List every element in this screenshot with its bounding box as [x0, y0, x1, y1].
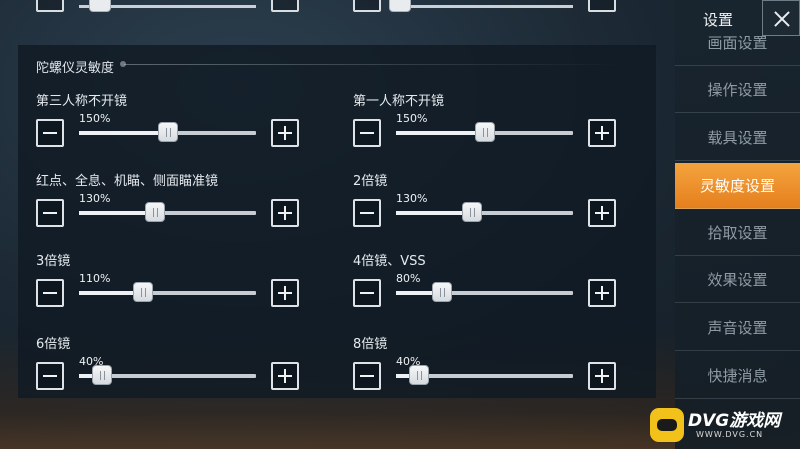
- sidebar-item-4[interactable]: 灵敏度设置: [675, 163, 800, 209]
- slider-setting: 8倍镜 40%: [353, 333, 653, 403]
- gyro-sensitivity-panel: 陀螺仪灵敏度 第三人称不开镜 150% 第一人称不开镜 150% 红点、全息、机瞄、侧面…: [18, 45, 656, 398]
- top-slider-thumb-left[interactable]: [89, 0, 111, 12]
- plus-button[interactable]: [588, 279, 616, 307]
- minus-button[interactable]: [353, 362, 381, 390]
- plus-button[interactable]: [588, 362, 616, 390]
- section-title: 陀螺仪灵敏度: [36, 61, 115, 76]
- slider-track[interactable]: [396, 291, 573, 295]
- gamepad-icon: [650, 408, 684, 442]
- slider-label: 6倍镜: [36, 337, 71, 352]
- top-minus-button-left[interactable]: [36, 0, 64, 12]
- slider-value: 130%: [396, 192, 428, 205]
- slider-thumb[interactable]: [145, 202, 166, 222]
- slider-setting: 6倍镜 40%: [36, 333, 336, 403]
- top-slider-thumb-right[interactable]: [389, 0, 411, 12]
- slider-fill: [396, 211, 473, 215]
- plus-button[interactable]: [588, 199, 616, 227]
- slider-fill: [79, 211, 156, 215]
- plus-button[interactable]: [588, 119, 616, 147]
- slider-thumb[interactable]: [432, 282, 453, 302]
- slider-thumb[interactable]: [132, 282, 153, 302]
- plus-button[interactable]: [271, 362, 299, 390]
- slider-setting: 第三人称不开镜 150%: [36, 90, 336, 160]
- plus-button[interactable]: [271, 199, 299, 227]
- minus-button[interactable]: [353, 119, 381, 147]
- slider-fill: [79, 131, 168, 135]
- slider-label: 红点、全息、机瞄、侧面瞄准镜: [36, 174, 219, 189]
- top-minus-button-right[interactable]: [353, 0, 381, 12]
- slider-setting: 3倍镜 110%: [36, 250, 336, 320]
- slider-setting: 2倍镜 130%: [353, 170, 653, 240]
- watermark-text: DVG游戏网: [688, 411, 781, 431]
- slider-thumb[interactable]: [409, 365, 429, 385]
- slider-setting: 4倍镜、VSS 80%: [353, 250, 653, 320]
- minus-button[interactable]: [36, 199, 64, 227]
- sidebar-item-1[interactable]: 画面设置: [675, 20, 800, 66]
- sidebar-item-7[interactable]: 声音设置: [675, 305, 800, 351]
- slider-thumb[interactable]: [92, 365, 112, 385]
- slider-label: 8倍镜: [353, 337, 388, 352]
- title-divider: [124, 64, 624, 65]
- top-partial-row: [18, 0, 658, 32]
- slider-thumb[interactable]: [157, 122, 178, 142]
- sidebar-item-8[interactable]: 快捷消息: [675, 353, 800, 399]
- sidebar-item-2[interactable]: 操作设置: [675, 67, 800, 113]
- slider-track[interactable]: [79, 211, 256, 215]
- minus-button[interactable]: [36, 362, 64, 390]
- plus-button[interactable]: [271, 279, 299, 307]
- slider-setting: 第一人称不开镜 150%: [353, 90, 653, 160]
- slider-label: 2倍镜: [353, 174, 388, 189]
- slider-label: 第一人称不开镜: [353, 94, 445, 109]
- slider-value: 130%: [79, 192, 111, 205]
- slider-label: 第三人称不开镜: [36, 94, 128, 109]
- slider-track[interactable]: [79, 291, 256, 295]
- slider-label: 4倍镜、VSS: [353, 254, 426, 269]
- slider-thumb[interactable]: [462, 202, 483, 222]
- watermark-url: WWW.DVG.CN: [696, 430, 764, 439]
- slider-value: 150%: [396, 112, 428, 125]
- slider-label: 3倍镜: [36, 254, 71, 269]
- minus-button[interactable]: [353, 199, 381, 227]
- slider-value: 110%: [79, 272, 111, 285]
- minus-button[interactable]: [36, 119, 64, 147]
- slider-value: 150%: [79, 112, 111, 125]
- sidebar-item-3[interactable]: 载具设置: [675, 115, 800, 161]
- slider-value: 80%: [396, 272, 421, 285]
- minus-button[interactable]: [36, 279, 64, 307]
- top-plus-button-left[interactable]: [271, 0, 299, 12]
- settings-sidebar: 设置 画面设置 操作设置 载具设置 灵敏度设置 拾取设置 效果设置 声音设置 快捷消息: [675, 0, 800, 449]
- sidebar-item-6[interactable]: 效果设置: [675, 257, 800, 303]
- slider-fill: [396, 131, 485, 135]
- minus-button[interactable]: [353, 279, 381, 307]
- slider-track[interactable]: [396, 211, 573, 215]
- slider-setting: 红点、全息、机瞄、侧面瞄准镜 130%: [36, 170, 336, 240]
- watermark-logo: DVG游戏网 WWW.DVG.CN: [650, 404, 800, 442]
- top-plus-button-right[interactable]: [588, 0, 616, 12]
- plus-button[interactable]: [271, 119, 299, 147]
- top-slider-right[interactable]: [353, 0, 616, 13]
- slider-thumb[interactable]: [474, 122, 495, 142]
- top-slider-left[interactable]: [36, 0, 299, 13]
- sidebar-item-5[interactable]: 拾取设置: [675, 210, 800, 256]
